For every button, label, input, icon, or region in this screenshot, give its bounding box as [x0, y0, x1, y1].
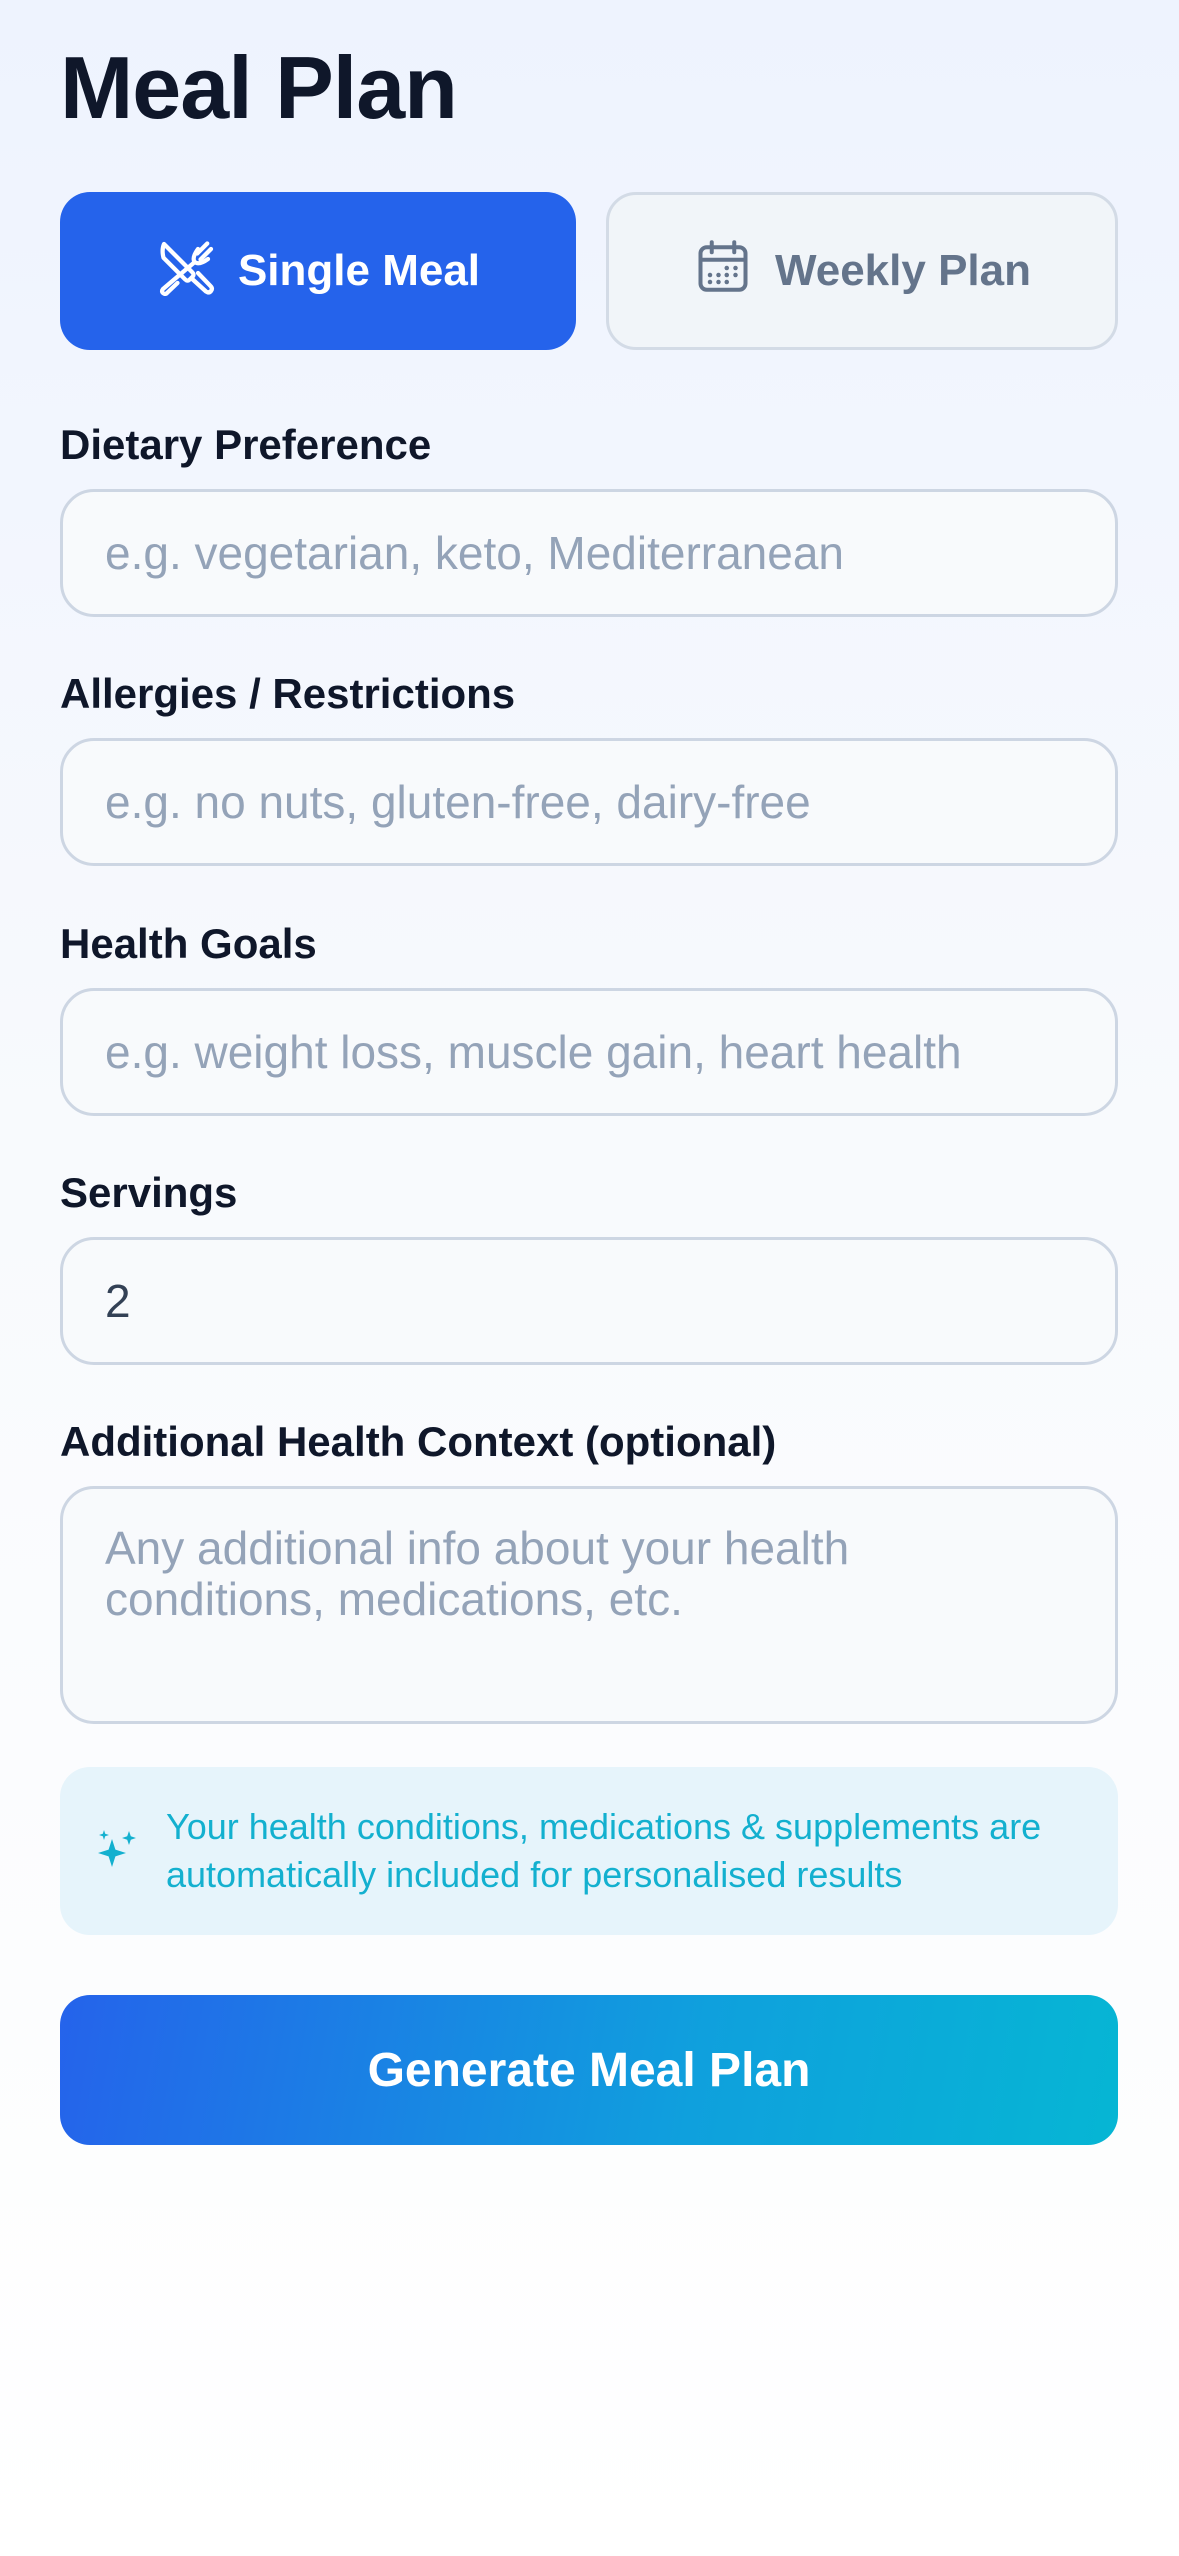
- dietary-preference-label: Dietary Preference: [60, 421, 432, 468]
- weekly-plan-label: Weekly Plan: [775, 246, 1031, 295]
- utensils-icon: [156, 236, 216, 307]
- calendar-icon: [693, 236, 753, 307]
- health-context-label: Additional Health Context (optional): [60, 1418, 777, 1465]
- health-goals-input[interactable]: [60, 988, 1118, 1116]
- allergies-label: Allergies / Restrictions: [60, 670, 516, 717]
- meal-plan-page: Meal Plan Single Meal Weekly Plan Dietar…: [0, 0, 1179, 2556]
- page-title: Meal Plan: [60, 38, 458, 137]
- info-text: Your health conditions, medications & su…: [166, 1806, 1042, 1895]
- allergies-input[interactable]: [60, 738, 1118, 866]
- health-context-textarea[interactable]: [60, 1486, 1118, 1724]
- single-meal-tab[interactable]: Single Meal: [60, 192, 576, 350]
- sparkles-icon: [94, 1825, 166, 1878]
- weekly-plan-tab[interactable]: Weekly Plan: [606, 192, 1118, 350]
- info-notice: Your health conditions, medications & su…: [60, 1767, 1118, 1935]
- single-meal-label: Single Meal: [237, 246, 481, 295]
- dietary-preference-input[interactable]: [60, 489, 1118, 617]
- generate-meal-plan-button[interactable]: Generate Meal Plan: [60, 1995, 1118, 2145]
- health-goals-label: Health Goals: [60, 920, 317, 967]
- servings-input[interactable]: [60, 1237, 1118, 1365]
- servings-label: Servings: [60, 1169, 238, 1216]
